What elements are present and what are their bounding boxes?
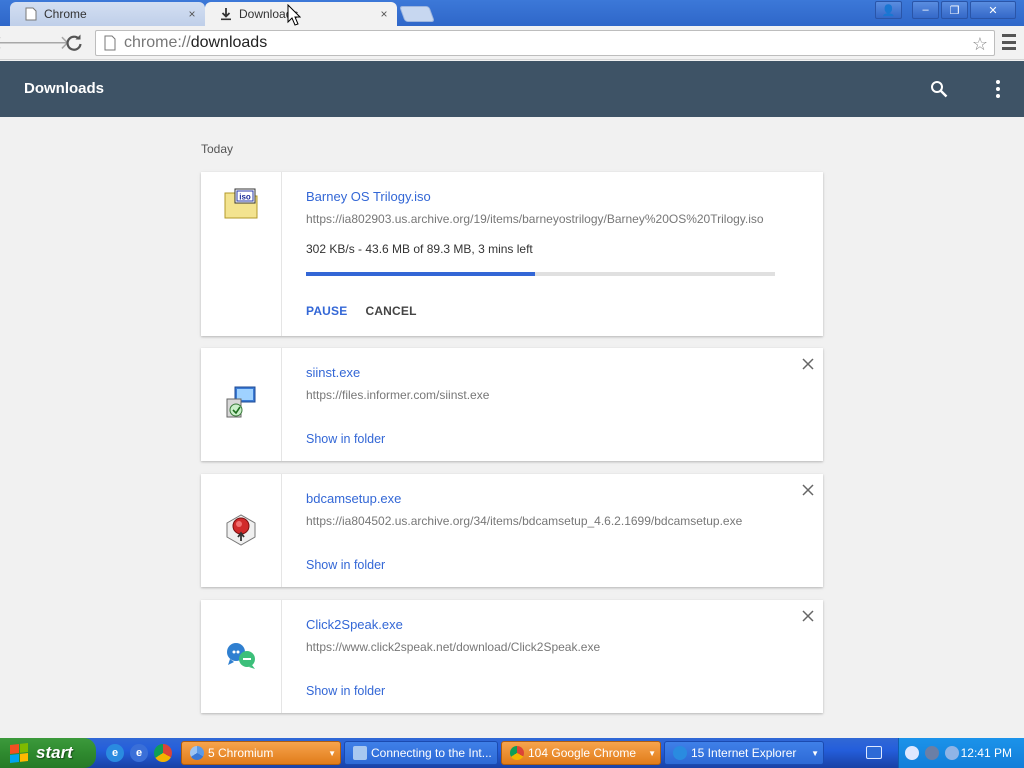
close-window-button[interactable]: ✕ — [970, 1, 1016, 19]
file-url-link[interactable]: https://ia804502.us.archive.org/34/items… — [306, 514, 776, 528]
remove-icon[interactable] — [801, 483, 815, 497]
chevron-down-icon: ▼ — [811, 748, 819, 758]
icon-column — [201, 474, 282, 587]
chrome-menu-icon[interactable] — [1002, 34, 1016, 50]
file-url-link[interactable]: https://www.click2speak.net/download/Cli… — [306, 640, 776, 654]
network-wizard-icon — [353, 746, 367, 760]
windows-flag-icon — [10, 743, 28, 763]
search-icon[interactable] — [930, 80, 948, 98]
start-label: start — [36, 743, 73, 762]
file-name-link[interactable]: Click2Speak.exe — [306, 617, 776, 632]
chevron-down-icon: ▼ — [328, 748, 336, 758]
remove-icon[interactable] — [801, 357, 815, 371]
show-in-folder-link[interactable]: Show in folder — [306, 432, 776, 446]
file-url-link[interactable]: https://ia802903.us.archive.org/19/items… — [306, 212, 776, 226]
close-icon[interactable]: × — [183, 7, 201, 21]
download-item: iso Barney OS Trilogy.iso https://ia8029… — [201, 172, 823, 336]
cursor-icon — [287, 4, 301, 26]
tab-title: Downloads — [239, 7, 299, 21]
download-info: siinst.exe https://files.informer.com/si… — [306, 365, 776, 446]
pause-button[interactable]: PAUSE — [306, 304, 347, 318]
download-item: bdcamsetup.exe https://ia804502.us.archi… — [201, 474, 823, 587]
taskbar: start e e 5 Chromium ▼ Connecting to the… — [0, 738, 1024, 768]
chromium-icon — [190, 746, 204, 760]
installer-icon — [226, 386, 256, 418]
bookmark-star-icon[interactable]: ☆ — [972, 34, 988, 55]
chevron-down-icon: ▼ — [648, 748, 656, 758]
taskbar-button-chromium[interactable]: 5 Chromium ▼ — [181, 741, 341, 765]
browser-toolbar: 🡐 🡒 chrome://downloads ☆ — [0, 26, 1024, 60]
url-text: chrome://downloads — [124, 34, 267, 52]
remove-icon[interactable] — [801, 609, 815, 623]
tray-volume-icon[interactable] — [945, 746, 959, 760]
show-in-folder-link[interactable]: Show in folder — [306, 558, 776, 572]
tray-app-icon[interactable] — [925, 746, 939, 760]
taskbar-button-connecting[interactable]: Connecting to the Int... — [344, 741, 498, 765]
clock: 12:41 PM — [960, 746, 1012, 760]
reload-button[interactable] — [63, 32, 85, 54]
close-icon[interactable]: × — [375, 7, 393, 21]
file-name-link[interactable]: siinst.exe — [306, 365, 776, 380]
window-controls: 👤 – ❐ ✕ — [875, 1, 1016, 19]
download-item: siinst.exe https://files.informer.com/si… — [201, 348, 823, 461]
quick-launch: e e — [106, 744, 172, 762]
downloads-list: Today iso Barney OS Trilogy.iso https://… — [0, 117, 1024, 738]
show-in-folder-link[interactable]: Show in folder — [306, 684, 776, 698]
page-title: Downloads — [24, 80, 105, 97]
tab-chrome[interactable]: Chrome × — [10, 2, 205, 26]
taskbar-button-google-chrome[interactable]: 104 Google Chrome ▼ — [501, 741, 661, 765]
download-status: 302 KB/s - 43.6 MB of 89.3 MB, 3 mins le… — [306, 242, 533, 256]
file-url-link[interactable]: https://files.informer.com/siinst.exe — [306, 388, 776, 402]
tab-title: Chrome — [44, 7, 87, 21]
date-group-label: Today — [201, 142, 234, 156]
forward-button[interactable]: 🡒 — [20, 32, 71, 54]
task-label: Connecting to the Int... — [371, 746, 492, 760]
more-vert-icon[interactable] — [992, 79, 1004, 99]
new-tab-button[interactable] — [399, 6, 435, 22]
system-tray: 12:41 PM — [898, 738, 1024, 768]
address-bar[interactable]: chrome://downloads ☆ — [95, 30, 995, 56]
downloads-header: Downloads — [0, 61, 1024, 117]
chrome-icon — [510, 746, 524, 760]
taskbar-button-internet-explorer[interactable]: 15 Internet Explorer ▼ — [664, 741, 824, 765]
progress-bar — [306, 272, 775, 276]
task-label: 5 Chromium — [208, 746, 274, 760]
click2speak-icon — [227, 643, 255, 669]
minimize-button[interactable]: – — [912, 1, 939, 19]
download-icon — [219, 7, 233, 21]
download-info: Barney OS Trilogy.iso https://ia802903.u… — [306, 189, 776, 318]
tray-search-icon[interactable] — [905, 746, 919, 760]
keyboard-icon[interactable] — [866, 746, 882, 759]
icon-column: iso — [201, 172, 282, 336]
cancel-button[interactable]: CANCEL — [365, 304, 416, 318]
download-info: bdcamsetup.exe https://ia804502.us.archi… — [306, 491, 776, 572]
internet-explorer-icon[interactable]: e — [106, 744, 124, 762]
download-actions: PAUSE CANCEL — [306, 304, 776, 318]
tab-downloads[interactable]: Downloads × — [205, 2, 397, 26]
icon-column — [201, 348, 282, 461]
iso-file-icon: iso — [224, 188, 258, 219]
start-button[interactable]: start — [0, 738, 96, 768]
progress-fill — [306, 272, 535, 276]
icon-column — [201, 600, 282, 713]
page-icon — [24, 7, 38, 21]
restore-button[interactable]: ❐ — [941, 1, 968, 19]
chrome-icon[interactable] — [154, 744, 172, 762]
user-icon[interactable]: 👤 — [875, 1, 902, 19]
page-icon — [104, 35, 116, 51]
internet-explorer-alt-icon[interactable]: e — [130, 744, 148, 762]
url-scheme: chrome:// — [124, 34, 191, 51]
file-name-link[interactable]: Barney OS Trilogy.iso — [306, 189, 776, 204]
reload-icon — [66, 34, 82, 51]
download-item: Click2Speak.exe https://www.click2speak.… — [201, 600, 823, 713]
bandicam-icon — [226, 514, 256, 546]
task-label: 15 Internet Explorer — [691, 746, 797, 760]
download-info: Click2Speak.exe https://www.click2speak.… — [306, 617, 776, 698]
task-label: 104 Google Chrome — [528, 746, 637, 760]
file-name-link[interactable]: bdcamsetup.exe — [306, 491, 776, 506]
url-host: downloads — [190, 34, 268, 51]
internet-explorer-icon — [673, 746, 687, 760]
title-bar: Chrome × Downloads × 👤 – ❐ ✕ — [0, 0, 1024, 26]
svg-text:iso: iso — [239, 193, 251, 202]
